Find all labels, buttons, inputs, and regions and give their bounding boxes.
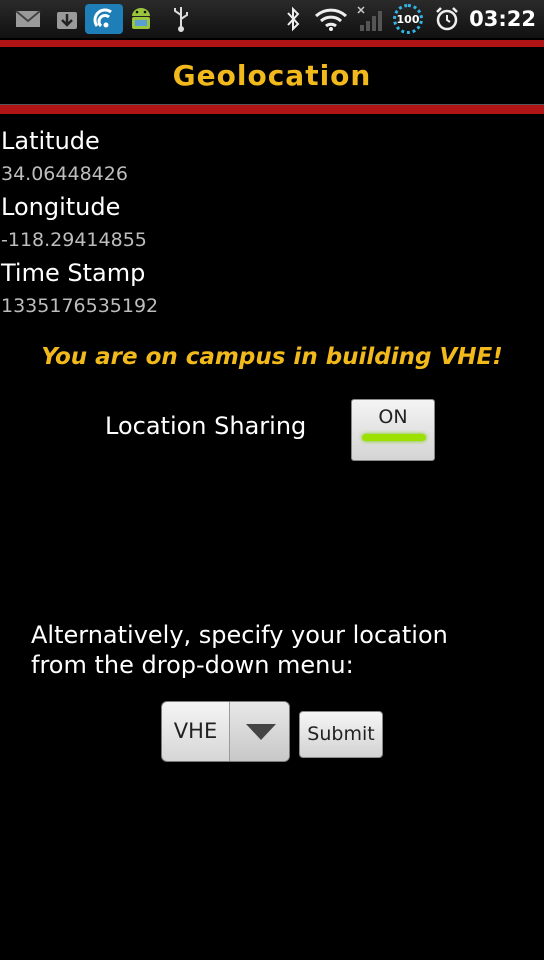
title-divider-top	[0, 40, 544, 47]
android-icon	[125, 4, 157, 34]
battery-level: 100	[396, 12, 420, 26]
toggle-state-label: ON	[378, 406, 408, 428]
signal-icon	[355, 4, 385, 34]
battery-icon: 100	[391, 4, 425, 34]
wifi-icon	[313, 4, 349, 34]
download-icon	[53, 4, 81, 34]
building-dropdown[interactable]: VHE	[161, 701, 290, 762]
latitude-label: Latitude	[1, 127, 100, 155]
status-bar: 100 03:22	[0, 0, 544, 39]
campus-status-message: You are on campus in building VHE!	[41, 344, 503, 370]
toggle-indicator-light	[362, 434, 426, 441]
title-bar: Geolocation	[0, 47, 544, 103]
building-dropdown-value: VHE	[173, 719, 218, 743]
usb-icon	[168, 4, 194, 34]
location-sharing-label: Location Sharing	[105, 412, 307, 440]
wifi-hotspot-app-icon	[85, 4, 123, 34]
timestamp-value: 1335176535192	[1, 295, 159, 317]
chevron-down-icon	[245, 723, 276, 740]
timestamp-label: Time Stamp	[1, 259, 146, 287]
gmail-icon	[14, 4, 42, 34]
title-divider-bottom	[0, 104, 544, 114]
dropdown-arrow-button[interactable]	[229, 702, 289, 761]
latitude-value: 34.06448426	[1, 163, 128, 185]
longitude-label: Longitude	[1, 193, 121, 221]
page-title: Geolocation	[172, 58, 372, 92]
submit-button[interactable]: Submit	[299, 711, 383, 758]
alternative-instructions: Alternatively, specify your location fro…	[31, 621, 448, 679]
location-sharing-toggle[interactable]: ON	[351, 399, 435, 461]
bluetooth-icon	[282, 4, 304, 34]
alarm-icon	[432, 4, 462, 34]
longitude-value: -118.29414855	[1, 229, 147, 251]
status-time: 03:22	[469, 7, 536, 31]
